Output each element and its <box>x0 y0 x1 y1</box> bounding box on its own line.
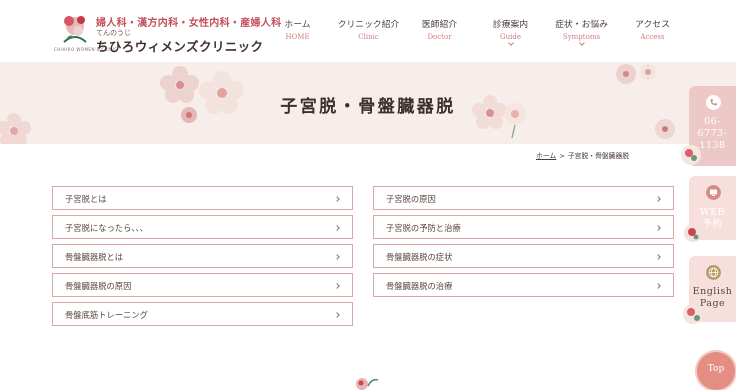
anchor-link-pop-causes[interactable]: 骨盤臓器脱の原因 <box>52 273 353 297</box>
link-label: 子宮脱になったら、、、 <box>65 223 148 233</box>
breadcrumb: ホーム > 子宮脱・骨盤臓器脱 <box>536 150 629 160</box>
logo-mark-icon <box>63 16 87 43</box>
site-header: CHIHIRO WOMEN'S CLINIC 婦人科・漢方内科・女性内科・産婦人… <box>0 0 736 62</box>
chevron-right-icon <box>334 196 340 202</box>
nav-home[interactable]: ホーム HOME <box>262 0 333 62</box>
chevron-right-icon <box>655 254 661 260</box>
nav-label: 医師紹介 <box>421 20 458 30</box>
anchor-link-pop-about[interactable]: 骨盤臓器脱とは <box>52 244 353 268</box>
nav-sublabel: Access <box>640 33 665 41</box>
flower-decoration-icon <box>684 224 702 242</box>
phone-icon <box>706 95 721 110</box>
globe-icon <box>706 265 721 280</box>
flower-decoration-icon <box>356 378 379 390</box>
link-label: 骨盤臓器脱の症状 <box>386 252 453 262</box>
link-label: 子宮脱とは <box>65 194 107 204</box>
chevron-right-icon <box>334 225 340 231</box>
nav-doctor[interactable]: 医師紹介 Doctor <box>404 0 475 62</box>
link-label: 骨盤底筋トレーニング <box>65 310 148 320</box>
anchor-link-pop-symptoms[interactable]: 骨盤臓器脱の症状 <box>373 244 674 268</box>
web-reservation-label: WEB <box>699 207 726 218</box>
anchor-link-pop-treatment[interactable]: 骨盤臓器脱の治療 <box>373 273 674 297</box>
back-to-top-button[interactable]: Top <box>697 352 735 390</box>
back-to-top-label: Top <box>707 364 725 374</box>
nav-label: アクセス <box>635 20 670 30</box>
link-label: 骨盤臓器脱の原因 <box>65 281 132 291</box>
nav-label: クリニック紹介 <box>337 20 400 30</box>
chevron-right-icon <box>334 312 340 318</box>
link-label: 骨盤臓器脱とは <box>65 252 124 262</box>
nav-guide[interactable]: 診療案内 Guide <box>475 0 546 62</box>
web-reservation-icon <box>706 185 721 200</box>
chevron-right-icon <box>655 225 661 231</box>
nav-label: ホーム <box>284 20 311 30</box>
nav-sublabel: HOME <box>285 33 310 41</box>
flower-decoration-icon <box>683 304 703 324</box>
anchor-link-uterine-prolapse-if[interactable]: 子宮脱になったら、、、 <box>52 215 353 239</box>
nav-label: 診療案内 <box>492 20 529 30</box>
nav-symptoms[interactable]: 症状・お悩み Symptoms <box>546 0 617 62</box>
flower-decoration-icon <box>616 64 656 84</box>
clinic-logo[interactable]: CHIHIRO WOMEN'S CLINIC 婦人科・漢方内科・女性内科・産婦人… <box>54 12 281 54</box>
nav-sublabel: Doctor <box>427 33 452 41</box>
breadcrumb-current: 子宮脱・骨盤臓器脱 <box>567 152 630 160</box>
link-label: 子宮脱の原因 <box>386 194 436 204</box>
chevron-right-icon <box>655 283 661 289</box>
nav-label: 症状・お悩み <box>555 20 608 30</box>
chevron-right-icon <box>655 196 661 202</box>
breadcrumb-separator: > <box>559 152 565 160</box>
english-page-label: English <box>692 286 733 297</box>
anchor-link-uterine-prolapse-prevention[interactable]: 子宮脱の予防と治療 <box>373 215 674 239</box>
chevron-right-icon <box>334 283 340 289</box>
phone-number-line: 6773- <box>697 128 728 139</box>
main-nav: ホーム HOME クリニック紹介 Clinic 医師紹介 Doctor 診療案内… <box>262 0 688 62</box>
link-label: 子宮脱の予防と治療 <box>386 223 461 233</box>
anchor-link-uterine-prolapse-causes[interactable]: 子宮脱の原因 <box>373 186 674 210</box>
logo-tagline: 婦人科・漢方内科・女性内科・産婦人科 <box>96 18 282 29</box>
page-hero: 子宮脱・骨盤臓器脱 <box>0 62 736 144</box>
chevron-down-icon <box>507 40 514 46</box>
nav-sublabel: Clinic <box>358 33 379 41</box>
nav-access[interactable]: アクセス Access <box>617 0 688 62</box>
link-label: 骨盤臓器脱の治療 <box>386 281 453 291</box>
anchor-link-uterine-prolapse-about[interactable]: 子宮脱とは <box>52 186 353 210</box>
page-title: 子宮脱・骨盤臓器脱 <box>280 97 456 117</box>
breadcrumb-home-link[interactable]: ホーム <box>536 152 556 160</box>
chevron-down-icon <box>578 40 585 46</box>
anchor-link-pelvic-floor-training[interactable]: 骨盤底筋トレーニング <box>52 302 353 326</box>
logo-name: ちひろウィメンズクリニック <box>96 39 264 54</box>
flower-decoration-icon <box>681 145 701 165</box>
nav-clinic[interactable]: クリニック紹介 Clinic <box>333 0 404 62</box>
phone-number-line: 06- <box>704 116 721 127</box>
chevron-right-icon <box>334 254 340 260</box>
